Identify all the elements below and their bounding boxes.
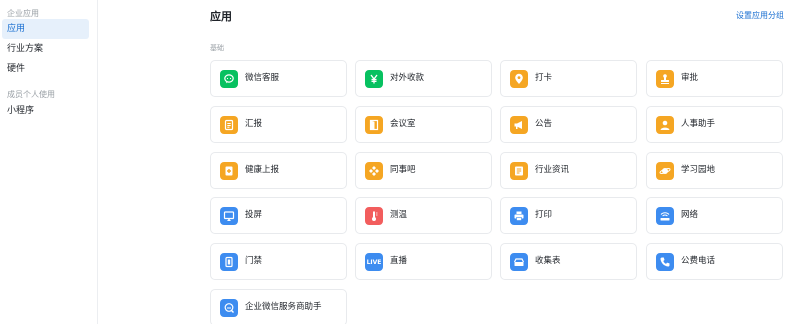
app-card-label: 行业资讯 [535,165,570,175]
app-card[interactable]: 打印 [500,197,637,234]
app-card-label: 汇报 [245,119,263,129]
door-icon [365,116,383,134]
sidebar-group-enterprise: 企业应用 [7,9,39,18]
app-card-label: 健康上报 [245,165,280,175]
app-card-label: 同事吧 [390,165,416,175]
app-card[interactable]: 汇报 [210,106,347,143]
sidebar-item-industry-solutions[interactable]: 行业方案 [2,39,89,59]
wechat-chat-icon [220,70,238,88]
app-card[interactable]: 微信客服 [210,60,347,97]
wifi-icon [656,207,674,225]
stamp-icon [656,70,674,88]
app-card-label: 门禁 [245,256,263,266]
app-card-label: 打卡 [535,73,553,83]
app-card[interactable]: 公告 [500,106,637,143]
health-icon [220,162,238,180]
app-card[interactable]: 行业资讯 [500,152,637,189]
screen-cast-icon [220,207,238,225]
app-card-label: 投屏 [245,210,263,220]
page-title: 应用 [210,10,232,23]
settings-app-groups-link[interactable]: 设置应用分组 [736,10,784,21]
news-icon [510,162,528,180]
app-card-label: 公告 [535,119,553,129]
person-icon [656,116,674,134]
access-card-icon [220,253,238,271]
sidebar-item-apps[interactable]: 应用 [2,19,89,39]
printer-icon [510,207,528,225]
app-card[interactable]: 门禁 [210,243,347,280]
app-card-label: 直播 [390,256,408,266]
app-card-label: 收集表 [535,256,561,266]
yuan-icon [365,70,383,88]
app-card[interactable]: LIVE 直播 [355,243,492,280]
service-assistant-icon [220,299,238,317]
app-card[interactable]: 健康上报 [210,152,347,189]
app-card[interactable]: 打卡 [500,60,637,97]
live-badge-text: LIVE [366,258,382,266]
sidebar-item-hardware[interactable]: 硬件 [2,59,89,79]
app-card-label: 公费电话 [681,256,716,266]
thermometer-icon [365,207,383,225]
app-card[interactable]: 测温 [355,197,492,234]
app-card-label: 打印 [535,210,553,220]
app-card[interactable]: 投屏 [210,197,347,234]
app-card[interactable]: 会议室 [355,106,492,143]
form-icon [510,253,528,271]
app-card-label: 人事助手 [681,119,716,129]
report-icon [220,116,238,134]
live-icon: LIVE [365,253,383,271]
app-card[interactable]: 对外收款 [355,60,492,97]
app-card-label: 微信客服 [245,73,280,83]
phone-icon [656,253,674,271]
sidebar-item-mini-programs[interactable]: 小程序 [2,101,89,121]
planet-icon [656,162,674,180]
app-card[interactable]: 人事助手 [646,106,783,143]
app-card-label: 网络 [681,210,699,220]
app-card-label: 会议室 [390,119,416,129]
app-card-label: 审批 [681,73,699,83]
app-card[interactable]: 审批 [646,60,783,97]
app-card-label: 对外收款 [390,73,425,83]
app-card[interactable]: 网络 [646,197,783,234]
megaphone-icon [510,116,528,134]
app-card-label: 企业微信服务商助手 [245,302,322,312]
sidebar: 企业应用 应用 行业方案 硬件 成员个人使用 小程序 [0,0,98,324]
app-card-label: 测温 [390,210,408,220]
sidebar-group-personal: 成员个人使用 [7,90,55,99]
community-icon [365,162,383,180]
location-pin-icon [510,70,528,88]
app-card[interactable]: 公费电话 [646,243,783,280]
app-card[interactable]: 收集表 [500,243,637,280]
app-card-label: 学习园地 [681,165,716,175]
app-card[interactable]: 企业微信服务商助手 [210,289,347,324]
app-card[interactable]: 同事吧 [355,152,492,189]
app-card[interactable]: 学习园地 [646,152,783,189]
section-label-basic: 基础 [210,44,224,52]
